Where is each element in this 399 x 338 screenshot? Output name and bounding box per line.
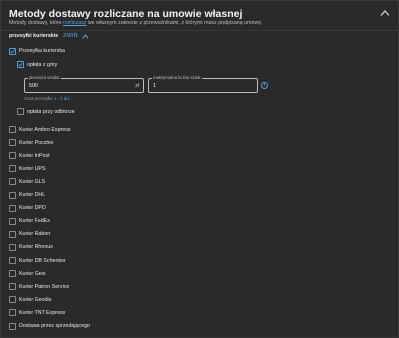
- first-item-price-field[interactable]: pierwsza sztuka 500 zł: [24, 75, 144, 93]
- courier-label: Kurier Pocztex: [19, 139, 54, 146]
- chevron-up-icon[interactable]: [82, 33, 89, 39]
- courier-label: Kurier GLS: [19, 178, 46, 185]
- delivery-time-value[interactable]: 1 - 2 dni: [54, 96, 70, 101]
- delivery-time-prefix: Czas przesyłki:: [24, 96, 55, 101]
- courier-main-checkbox[interactable]: [9, 48, 16, 55]
- section-header: przesyłki kurierskie ZWIŃ: [9, 33, 89, 39]
- chevron-up-icon[interactable]: [380, 9, 390, 17]
- collapse-section-button[interactable]: ZWIŃ: [63, 33, 78, 39]
- max-quantity-field[interactable]: maksymalna liczba sztuk 1: [148, 75, 258, 93]
- courier-checkbox[interactable]: [9, 165, 16, 173]
- courier-label: Kurier Geodis: [19, 296, 52, 303]
- courier-label: Kurier Rhenus: [19, 244, 53, 251]
- quantity-field-label: maksymalna liczba sztuk: [152, 75, 202, 80]
- checkmark-icon: [18, 62, 23, 67]
- courier-checkbox[interactable]: [9, 322, 16, 330]
- courier-label: Kurier Patron Service: [19, 283, 70, 290]
- courier-label: Kurier InPost: [19, 152, 50, 159]
- courier-checkbox[interactable]: [9, 230, 16, 238]
- courier-label: Kurier DPD: [19, 205, 46, 212]
- courier-label: Kurier Geis: [19, 270, 46, 277]
- panel-title: Metody dostawy rozliczane na umowie włas…: [9, 8, 243, 20]
- courier-checkbox[interactable]: [9, 243, 16, 251]
- prepaid-label: opłata z góry: [27, 62, 58, 68]
- courier-checkbox[interactable]: [9, 191, 16, 199]
- courier-checkbox[interactable]: [9, 217, 16, 225]
- price-field-value: 500: [29, 83, 38, 89]
- cod-label: opłata przy odbiorze: [27, 109, 75, 115]
- courier-label: Kurier Ambro Express: [19, 126, 71, 133]
- delivery-time-hint: Czas przesyłki: 1 - 2 dni: [24, 96, 70, 101]
- courier-checkbox[interactable]: [9, 309, 16, 317]
- header-divider: [1, 30, 398, 31]
- courier-checkbox[interactable]: [9, 257, 16, 264]
- courier-label: Kurier TNT Express: [19, 309, 66, 316]
- section-title: przesyłki kurierskie: [9, 33, 59, 39]
- subtitle-text-start: Metody dostawy, które: [9, 20, 64, 26]
- courier-checkbox[interactable]: [9, 178, 16, 186]
- courier-checkbox[interactable]: [9, 204, 16, 212]
- checkmark-icon: [10, 49, 15, 54]
- courier-checkbox[interactable]: [9, 283, 16, 291]
- courier-checkbox[interactable]: [9, 152, 16, 160]
- courier-label: Kurier DB Schenker: [19, 257, 66, 264]
- courier-checkbox[interactable]: [9, 296, 16, 304]
- courier-label: Dostawa przez sprzedającego: [19, 323, 90, 329]
- subtitle-link[interactable]: rozliczasz: [63, 20, 86, 26]
- courier-main-label: Przesyłka kurierska: [19, 48, 65, 54]
- courier-label: Kurier FedEx: [19, 218, 50, 225]
- courier-label: Kurier UPS: [19, 165, 46, 172]
- price-field-label: pierwsza sztuka: [28, 75, 61, 80]
- courier-checkbox[interactable]: [9, 139, 16, 147]
- info-icon[interactable]: i: [261, 82, 268, 89]
- courier-checkbox[interactable]: [9, 126, 16, 133]
- cod-checkbox[interactable]: [17, 108, 24, 115]
- courier-label: Kurier DHL: [19, 192, 46, 198]
- panel-subtitle: Metody dostawy, które rozliczasz we włas…: [9, 20, 263, 26]
- subtitle-text-end: we własnym zakresie z przewoźnikami, z k…: [86, 20, 263, 26]
- quantity-field-value: 1: [153, 83, 156, 89]
- courier-label: Kurier Raben: [19, 231, 51, 238]
- currency-unit: zł: [135, 83, 139, 89]
- delivery-methods-panel: Metody dostawy rozliczane na umowie włas…: [0, 0, 399, 338]
- prepaid-checkbox[interactable]: [17, 61, 24, 68]
- courier-checkbox[interactable]: [9, 270, 16, 278]
